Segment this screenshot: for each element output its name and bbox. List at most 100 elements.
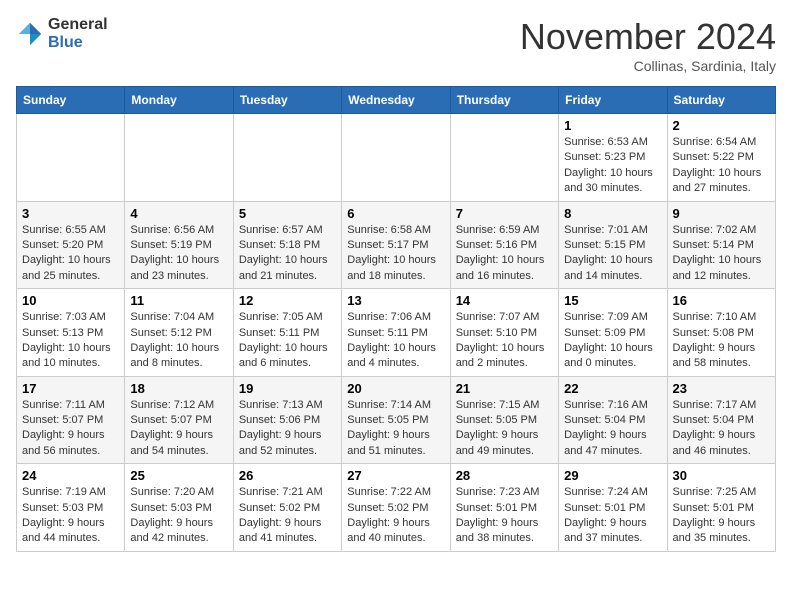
page-header: General Blue November 2024 Collinas, Sar… xyxy=(16,16,776,74)
calendar-cell xyxy=(342,114,450,202)
day-number: 10 xyxy=(22,293,119,308)
day-info-line: Sunrise: 7:03 AM xyxy=(22,310,119,325)
day-info-line: Sunrise: 7:01 AM xyxy=(564,223,661,238)
day-info-line: Daylight: 10 hours and 6 minutes. xyxy=(239,341,336,372)
day-info-line: Daylight: 10 hours and 30 minutes. xyxy=(564,166,661,197)
weekday-header-monday: Monday xyxy=(125,87,233,114)
day-number: 22 xyxy=(564,381,661,396)
day-info-line: Sunrise: 7:04 AM xyxy=(130,310,227,325)
day-number: 21 xyxy=(456,381,553,396)
logo: General Blue xyxy=(16,16,108,51)
day-info-line: Daylight: 10 hours and 14 minutes. xyxy=(564,253,661,284)
day-info-line: Sunset: 5:01 PM xyxy=(456,501,553,516)
day-number: 5 xyxy=(239,206,336,221)
weekday-header-row: SundayMondayTuesdayWednesdayThursdayFrid… xyxy=(17,87,776,114)
calendar-cell: 5 Sunrise: 6:57 AMSunset: 5:18 PMDaylight… xyxy=(233,201,341,289)
calendar-cell: 15Sunrise: 7:09 AMSunset: 5:09 PMDayligh… xyxy=(559,289,667,377)
day-info-line: Daylight: 9 hours and 41 minutes. xyxy=(239,516,336,547)
day-info-line: Sunset: 5:03 PM xyxy=(22,501,119,516)
day-info-line: Sunrise: 7:12 AM xyxy=(130,398,227,413)
day-info-line: Daylight: 9 hours and 37 minutes. xyxy=(564,516,661,547)
day-number: 17 xyxy=(22,381,119,396)
day-info-line: Daylight: 9 hours and 49 minutes. xyxy=(456,428,553,459)
day-number: 25 xyxy=(130,468,227,483)
day-info-line: Daylight: 10 hours and 2 minutes. xyxy=(456,341,553,372)
calendar-header: SundayMondayTuesdayWednesdayThursdayFrid… xyxy=(17,87,776,114)
day-info-line: Sunset: 5:19 PM xyxy=(130,238,227,253)
day-info-line: Sunset: 5:23 PM xyxy=(564,150,661,165)
day-info-line: Sunrise: 7:10 AM xyxy=(673,310,770,325)
day-info-line: Sunrise: 7:14 AM xyxy=(347,398,444,413)
day-info-line: Daylight: 10 hours and 10 minutes. xyxy=(22,341,119,372)
day-number: 2 xyxy=(673,118,770,133)
weekday-header-sunday: Sunday xyxy=(17,87,125,114)
calendar-cell: 28Sunrise: 7:23 AMSunset: 5:01 PMDayligh… xyxy=(450,464,558,552)
day-number: 13 xyxy=(347,293,444,308)
calendar-cell: 1Sunrise: 6:53 AMSunset: 5:23 PMDaylight… xyxy=(559,114,667,202)
day-info-line: Sunrise: 7:17 AM xyxy=(673,398,770,413)
day-info-line: Sunrise: 7:13 AM xyxy=(239,398,336,413)
day-number: 23 xyxy=(673,381,770,396)
day-info-line: Daylight: 10 hours and 21 minutes. xyxy=(239,253,336,284)
day-number: 1 xyxy=(564,118,661,133)
day-number: 14 xyxy=(456,293,553,308)
day-info-line: Daylight: 10 hours and 12 minutes. xyxy=(673,253,770,284)
day-info-line: Sunrise: 6:56 AM xyxy=(130,223,227,238)
logo-text: General Blue xyxy=(48,16,108,51)
day-info-line: Sunset: 5:22 PM xyxy=(673,150,770,165)
calendar-week-row: 1Sunrise: 6:53 AMSunset: 5:23 PMDaylight… xyxy=(17,114,776,202)
calendar-week-row: 3Sunrise: 6:55 AMSunset: 5:20 PMDaylight… xyxy=(17,201,776,289)
day-info-line: Sunset: 5:04 PM xyxy=(673,413,770,428)
calendar-week-row: 24Sunrise: 7:19 AMSunset: 5:03 PMDayligh… xyxy=(17,464,776,552)
location-subtitle: Collinas, Sardinia, Italy xyxy=(520,58,776,74)
day-number: 30 xyxy=(673,468,770,483)
day-info-line: Daylight: 9 hours and 58 minutes. xyxy=(673,341,770,372)
day-number: 11 xyxy=(130,293,227,308)
day-info-line: Sunset: 5:10 PM xyxy=(456,326,553,341)
day-info-line: Daylight: 10 hours and 4 minutes. xyxy=(347,341,444,372)
day-info-line: Daylight: 9 hours and 42 minutes. xyxy=(130,516,227,547)
day-info-line: Daylight: 9 hours and 35 minutes. xyxy=(673,516,770,547)
day-info-line: Daylight: 9 hours and 51 minutes. xyxy=(347,428,444,459)
day-info-line: Sunset: 5:16 PM xyxy=(456,238,553,253)
calendar-cell: 10Sunrise: 7:03 AMSunset: 5:13 PMDayligh… xyxy=(17,289,125,377)
day-info-line: Sunset: 5:07 PM xyxy=(22,413,119,428)
weekday-header-wednesday: Wednesday xyxy=(342,87,450,114)
day-info-line: Sunrise: 7:21 AM xyxy=(239,485,336,500)
calendar-cell: 13Sunrise: 7:06 AMSunset: 5:11 PMDayligh… xyxy=(342,289,450,377)
day-number: 12 xyxy=(239,293,336,308)
day-info-line: Daylight: 9 hours and 54 minutes. xyxy=(130,428,227,459)
day-info-line: Sunset: 5:01 PM xyxy=(673,501,770,516)
day-number: 7 xyxy=(456,206,553,221)
calendar-cell: 26Sunrise: 7:21 AMSunset: 5:02 PMDayligh… xyxy=(233,464,341,552)
day-number: 27 xyxy=(347,468,444,483)
calendar-body: 1Sunrise: 6:53 AMSunset: 5:23 PMDaylight… xyxy=(17,114,776,552)
day-info-line: Sunrise: 7:09 AM xyxy=(564,310,661,325)
day-info-line: Daylight: 10 hours and 23 minutes. xyxy=(130,253,227,284)
month-title: November 2024 xyxy=(520,16,776,58)
day-info-line: Daylight: 9 hours and 38 minutes. xyxy=(456,516,553,547)
day-info-line: Daylight: 10 hours and 25 minutes. xyxy=(22,253,119,284)
day-info-line: Sunrise: 6:57 AM xyxy=(239,223,336,238)
day-info-line: Sunrise: 7:07 AM xyxy=(456,310,553,325)
calendar-cell: 18Sunrise: 7:12 AMSunset: 5:07 PMDayligh… xyxy=(125,376,233,464)
day-info-line: Daylight: 9 hours and 56 minutes. xyxy=(22,428,119,459)
day-info-line: Sunset: 5:05 PM xyxy=(456,413,553,428)
day-info-line: Daylight: 10 hours and 27 minutes. xyxy=(673,166,770,197)
calendar-table: SundayMondayTuesdayWednesdayThursdayFrid… xyxy=(16,86,776,552)
day-info-line: Sunset: 5:17 PM xyxy=(347,238,444,253)
calendar-cell: 8Sunrise: 7:01 AMSunset: 5:15 PMDaylight… xyxy=(559,201,667,289)
day-info-line: Sunrise: 7:05 AM xyxy=(239,310,336,325)
calendar-cell: 3Sunrise: 6:55 AMSunset: 5:20 PMDaylight… xyxy=(17,201,125,289)
day-number: 18 xyxy=(130,381,227,396)
calendar-cell: 22Sunrise: 7:16 AMSunset: 5:04 PMDayligh… xyxy=(559,376,667,464)
calendar-cell xyxy=(450,114,558,202)
day-number: 6 xyxy=(347,206,444,221)
weekday-header-tuesday: Tuesday xyxy=(233,87,341,114)
day-number: 19 xyxy=(239,381,336,396)
day-info-line: Sunset: 5:18 PM xyxy=(239,238,336,253)
day-info-line: Sunset: 5:06 PM xyxy=(239,413,336,428)
calendar-cell: 16Sunrise: 7:10 AMSunset: 5:08 PMDayligh… xyxy=(667,289,775,377)
day-number: 9 xyxy=(673,206,770,221)
calendar-cell: 21Sunrise: 7:15 AMSunset: 5:05 PMDayligh… xyxy=(450,376,558,464)
